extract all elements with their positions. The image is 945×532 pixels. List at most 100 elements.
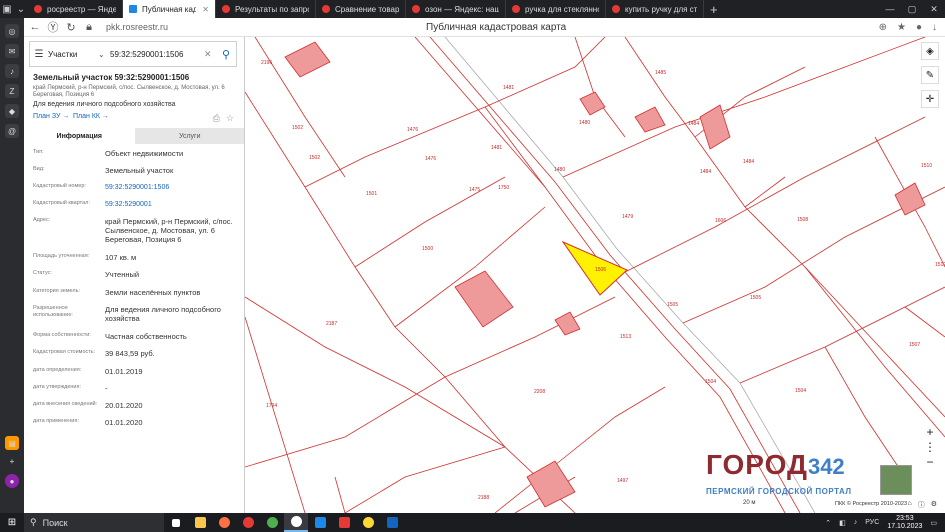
attribute-value: Земли населённых пунктов bbox=[105, 288, 201, 297]
yandex-logo-icon[interactable]: Ⓨ bbox=[46, 19, 60, 35]
maximize-icon[interactable]: ▢ bbox=[901, 0, 923, 18]
profile-icon[interactable]: ● bbox=[916, 22, 922, 33]
close-window-icon[interactable]: ✕ bbox=[923, 0, 945, 18]
search-input[interactable]: 59:32:5290001:1506 bbox=[110, 50, 204, 59]
logo-number: 342 bbox=[807, 454, 845, 479]
firefox-icon[interactable] bbox=[212, 513, 236, 532]
tab-services[interactable]: Услуги bbox=[134, 128, 244, 144]
plan-zu-link[interactable]: План ЗУ → bbox=[33, 113, 69, 120]
chevron-down-icon[interactable]: ⌄ bbox=[98, 50, 110, 59]
photos-icon[interactable] bbox=[308, 513, 332, 532]
attribute-label: Адрес: bbox=[33, 217, 51, 223]
building bbox=[284, 41, 331, 78]
norton-icon[interactable] bbox=[356, 513, 380, 532]
attribute-label: Категория земель: bbox=[33, 288, 81, 294]
yandex-icon[interactable] bbox=[332, 513, 356, 532]
download-icon[interactable]: ↓ bbox=[932, 22, 937, 33]
new-tab-button[interactable]: + bbox=[704, 0, 724, 18]
tabs-dropdown-icon[interactable]: ⌄ bbox=[14, 0, 28, 18]
cadastral-map[interactable]: 2196 1481 1485 1480 1484 1502 1476 1481 1502 1476… bbox=[245, 37, 945, 513]
settings-icon[interactable]: ⚙ bbox=[931, 500, 937, 510]
add-panel-icon[interactable]: + bbox=[5, 454, 19, 468]
market-icon[interactable]: ▤ bbox=[5, 436, 19, 450]
protect-icon[interactable]: ⊕ bbox=[879, 22, 887, 33]
opera-icon[interactable] bbox=[236, 513, 260, 532]
zoom-in-icon[interactable]: + bbox=[921, 424, 939, 439]
browser-tab[interactable]: Публичная кадастрова ✕ bbox=[123, 0, 216, 18]
zen-icon[interactable]: Z bbox=[5, 84, 19, 98]
building bbox=[699, 104, 731, 150]
reload-icon[interactable]: ↻ bbox=[64, 21, 78, 34]
map-canvas[interactable]: 2196 1481 1485 1480 1484 1502 1476 1481 1502 1476… bbox=[245, 37, 945, 513]
favorite-icon[interactable]: ☆ bbox=[226, 113, 234, 124]
chrome-icon[interactable] bbox=[260, 513, 284, 532]
attribute-label: Разрешенное использование: bbox=[33, 305, 73, 318]
windows-start-icon[interactable]: ⊞ bbox=[0, 517, 24, 528]
tab-info[interactable]: Информация bbox=[24, 128, 135, 144]
info-icon[interactable]: ⓘ bbox=[918, 500, 925, 510]
system-tray: ⌃ ◧ ♪ РУС 23:53 17.10.2023 ▭ bbox=[825, 515, 945, 531]
word-icon[interactable] bbox=[380, 513, 404, 532]
mail-icon[interactable]: @ bbox=[5, 124, 19, 138]
locate-icon[interactable]: ✛ bbox=[921, 90, 939, 108]
attribute-value: 01.01.2020 bbox=[105, 418, 143, 427]
search-icon[interactable]: ⚲ bbox=[216, 42, 236, 66]
hamburger-icon[interactable]: ☰ bbox=[30, 49, 48, 60]
browser-tab[interactable]: Результаты по запросу «р bbox=[216, 0, 316, 18]
browser-menu-icon[interactable]: ▣ bbox=[0, 0, 14, 18]
music-icon[interactable]: ♪ bbox=[5, 64, 19, 78]
browser-tab[interactable]: Сравнение товаров - Мар bbox=[316, 0, 406, 18]
attribute-value: Объект недвижимости bbox=[105, 149, 184, 158]
attribute-value: 20.01.2020 bbox=[105, 401, 143, 410]
browser-tab[interactable]: росреестр — Яндекс: наш bbox=[28, 0, 123, 18]
url-field[interactable]: pkk.rosreestr.ru bbox=[106, 22, 168, 32]
parcel-number-label: 1510 bbox=[921, 163, 932, 169]
building bbox=[894, 182, 926, 216]
measure-icon[interactable]: ✎ bbox=[921, 66, 939, 84]
attribute-value: 01.01.2019 bbox=[105, 367, 143, 376]
tray-chevron-icon[interactable]: ⌃ bbox=[825, 519, 831, 527]
task-view-icon[interactable] bbox=[164, 513, 188, 532]
print-icon[interactable]: ⎙ bbox=[213, 113, 220, 124]
browser-tab[interactable]: озон — Яндекс: нашлось bbox=[406, 0, 506, 18]
back-icon[interactable]: ← bbox=[28, 21, 42, 33]
search-bar: ☰ Участки ⌄ 59:32:5290001:1506 ✕ ⚲ bbox=[29, 41, 237, 67]
minimize-icon[interactable]: — bbox=[879, 0, 901, 18]
messenger-icon[interactable]: ✉ bbox=[5, 44, 19, 58]
browser-tab[interactable]: ручка для стеклянной кр bbox=[506, 0, 606, 18]
close-tab-icon[interactable]: ✕ bbox=[202, 5, 209, 14]
parcel-number-label: 1506 bbox=[595, 267, 606, 273]
alice-icon[interactable]: ◎ bbox=[5, 24, 19, 38]
tab-label: озон — Яндекс: нашлось bbox=[425, 4, 499, 14]
alice-ball-icon[interactable]: ● bbox=[5, 474, 19, 488]
zoom-out-icon[interactable]: − bbox=[921, 454, 939, 469]
bookmark-icon[interactable]: ★ bbox=[897, 22, 906, 33]
boundary-line bbox=[904, 306, 945, 338]
parcel-number-label: 1513 bbox=[620, 334, 631, 340]
parcel-number-label: 1502 bbox=[292, 125, 303, 131]
notifications-icon[interactable]: ▭ bbox=[930, 519, 937, 527]
clear-icon[interactable]: ✕ bbox=[204, 49, 216, 60]
minimap-thumbnail[interactable] bbox=[880, 465, 912, 495]
plan-kk-link[interactable]: План КК → bbox=[73, 113, 109, 120]
explorer-icon[interactable] bbox=[188, 513, 212, 532]
home-icon[interactable]: ⌂ bbox=[907, 500, 911, 510]
browser-tab[interactable]: купить ручку для стекляг bbox=[606, 0, 704, 18]
search-type-select[interactable]: Участки bbox=[48, 50, 98, 59]
language-indicator[interactable]: РУС bbox=[865, 519, 879, 526]
info-panel: ☰ Участки ⌄ 59:32:5290001:1506 ✕ ⚲ Земел… bbox=[24, 37, 245, 513]
clock[interactable]: 23:53 17.10.2023 bbox=[887, 515, 922, 531]
attribute-link[interactable]: 59:32:5290001 bbox=[105, 200, 243, 209]
taskbar-search[interactable]: ⚲ Поиск bbox=[24, 513, 164, 532]
parcel-number-label: 1500 bbox=[422, 246, 433, 252]
attribute-label: дата внесения сведений: bbox=[33, 401, 98, 407]
volume-icon[interactable]: ♪ bbox=[854, 519, 858, 526]
yandex-browser-icon[interactable] bbox=[284, 513, 308, 532]
lock-icon: 🔒︎ bbox=[86, 20, 92, 33]
zoom-dots-icon[interactable]: ⋮ bbox=[921, 439, 939, 454]
layers-icon[interactable]: ◈ bbox=[921, 42, 939, 60]
attribute-link[interactable]: 59:32:5290001:1506 bbox=[105, 183, 243, 192]
network-icon[interactable]: ◧ bbox=[839, 519, 846, 527]
games-icon[interactable]: ◆ bbox=[5, 104, 19, 118]
attribute-label: Тип: bbox=[33, 149, 44, 155]
